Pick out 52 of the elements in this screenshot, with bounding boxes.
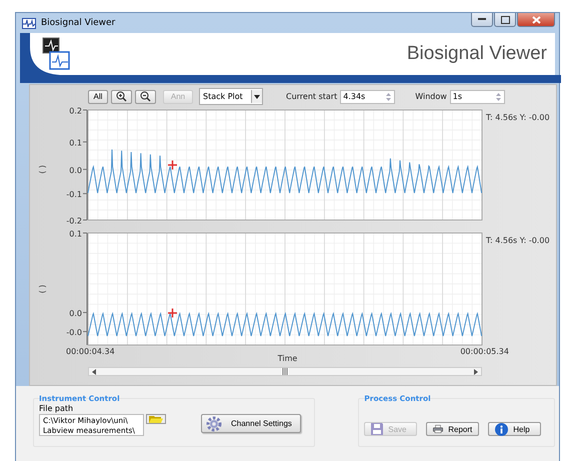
y-tick-label: 0.1 — [69, 230, 82, 238]
zoom-in-icon — [116, 91, 127, 102]
toolbar-button[interactable]: All — [88, 90, 108, 104]
x-start-label: 00:00:04.34 — [66, 347, 115, 356]
scroll-right-icon — [473, 368, 478, 374]
x-end-label: 00:00:05.34 — [460, 347, 509, 356]
spinner-icon — [385, 92, 392, 102]
current-start-label: Current start — [286, 92, 338, 101]
plot-mode-dropdown[interactable]: Stack Plot — [199, 88, 263, 105]
y-tick-label: -0.2 — [66, 216, 82, 226]
app-logo-icon — [42, 37, 70, 71]
zoom-out-button[interactable] — [135, 90, 156, 104]
cursor-readout: T: 4.56s Y: -0.00 — [486, 236, 550, 245]
help-button[interactable]: Help — [488, 422, 542, 436]
app-title: Biosignal Viewer — [406, 43, 547, 65]
window-label: Window — [415, 92, 447, 101]
minimize-button[interactable] — [471, 13, 493, 27]
y-tick-label: 0.2 — [69, 106, 82, 116]
current-start-field[interactable]: 4.34s — [340, 90, 396, 104]
minimize-icon — [478, 18, 486, 21]
scroll-left-icon — [92, 368, 97, 374]
cursor-readout: T: 4.56s Y: -0.00 — [486, 113, 550, 122]
printer-icon — [433, 423, 444, 435]
y-tick-label: 0.1 — [69, 138, 82, 148]
y-axis-unit: ( ) — [38, 284, 47, 294]
window-title: Biosignal Viewer — [41, 18, 116, 28]
cursor-cross-icon[interactable] — [167, 308, 178, 318]
report-button[interactable]: Report — [426, 422, 480, 436]
cursor-cross-icon[interactable] — [167, 160, 178, 170]
window-field[interactable]: 1s — [450, 90, 505, 104]
y-tick-label: 0.0 — [69, 309, 82, 318]
folder-icon — [149, 414, 163, 424]
y-tick-label: 0.0 — [69, 166, 82, 175]
gear-icon — [205, 414, 223, 432]
file-path-label: File path — [39, 404, 74, 413]
close-icon — [532, 16, 540, 24]
app-icon — [22, 18, 36, 28]
horizontal-scrollbar[interactable] — [88, 367, 482, 376]
close-button[interactable] — [517, 13, 555, 27]
dropdown-arrow-icon — [254, 94, 260, 98]
y-tick-label: -0.1 — [66, 190, 82, 200]
zoom-out-icon — [140, 91, 151, 102]
y-axis-unit: ( ) — [38, 165, 47, 174]
info-icon — [495, 422, 508, 436]
scroll-grip-icon[interactable] — [282, 368, 288, 375]
zoom-in-button[interactable] — [111, 90, 132, 104]
spinner-icon — [494, 92, 502, 102]
y-tick-label: -0.0 — [66, 328, 82, 338]
x-axis-title: Time — [278, 354, 298, 363]
maximize-button[interactable] — [494, 13, 516, 27]
maximize-icon — [500, 16, 510, 24]
channel-settings-button[interactable]: Channel Settings — [201, 414, 301, 433]
